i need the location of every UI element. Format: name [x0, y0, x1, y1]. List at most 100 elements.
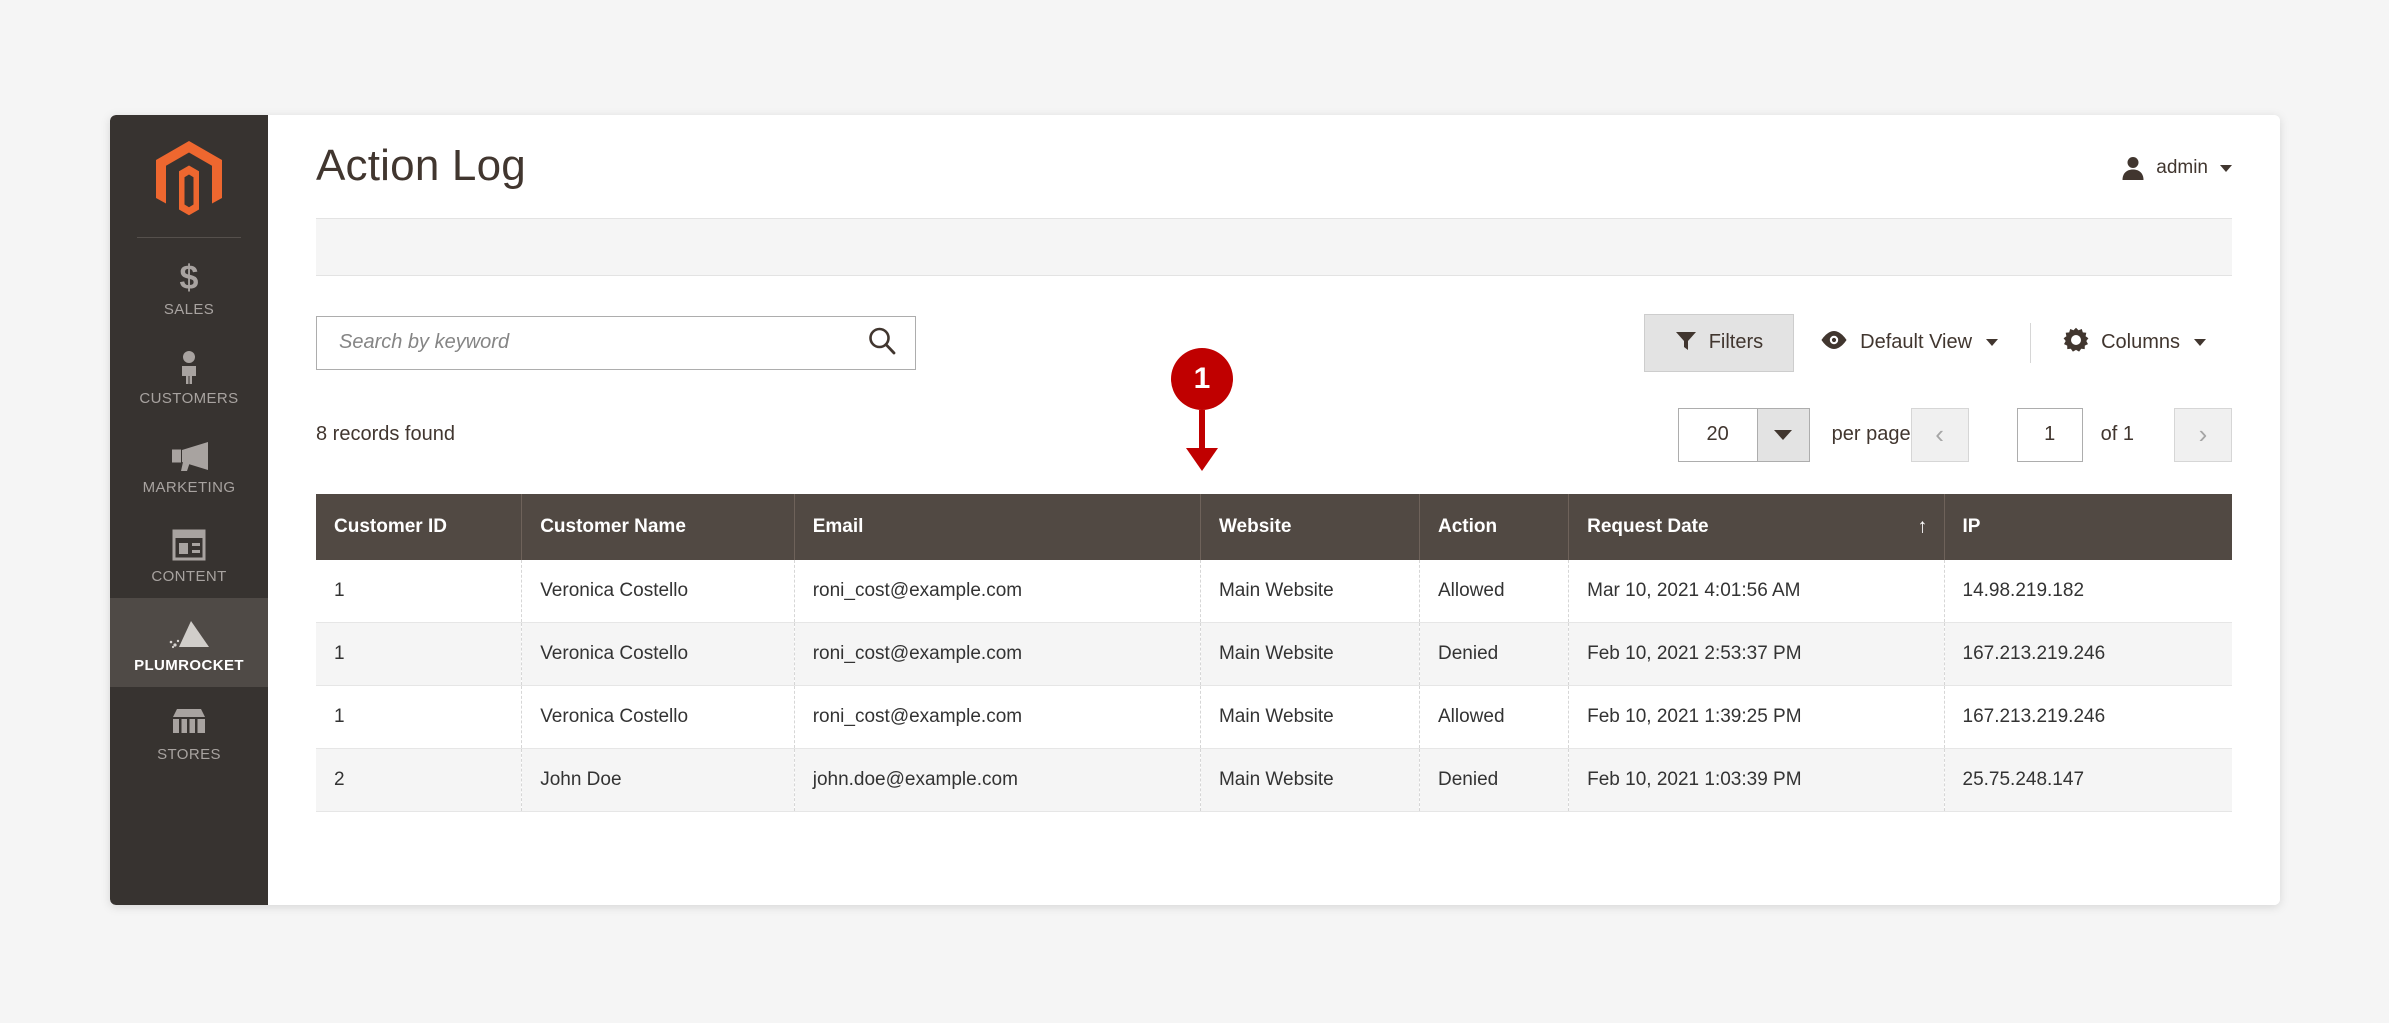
default-view-dropdown[interactable]: Default View [1794, 330, 2024, 356]
action-log-table: Customer ID Customer Name Email Website … [316, 493, 2232, 812]
cell-email: roni_cost@example.com [794, 559, 1201, 623]
grid-subtoolbar: 8 records found 20 per page ‹ of 1 › [316, 407, 2232, 462]
cell-request-date: Feb 10, 2021 2:53:37 PM [1568, 622, 1945, 686]
toolbar-right: Filters Default View Columns [1643, 313, 2232, 372]
filters-label: Filters [1708, 331, 1764, 354]
grid-table-wrap: Customer ID Customer Name Email Website … [316, 493, 2232, 812]
megaphone-icon [114, 436, 264, 476]
column-header-ip[interactable]: IP [1944, 493, 2232, 560]
cell-email: roni_cost@example.com [794, 622, 1201, 686]
sidebar-item-label: CUSTOMERS [139, 390, 239, 407]
page-header: Action Log admin [316, 115, 2232, 192]
per-page-select[interactable]: 20 [1677, 407, 1810, 462]
column-header-email[interactable]: Email [794, 493, 1201, 560]
filters-button[interactable]: Filters [1643, 313, 1795, 372]
cell-website: Main Website [1200, 748, 1421, 812]
cell-ip: 25.75.248.147 [1944, 748, 2232, 812]
chevron-down-icon [1986, 339, 1999, 347]
cell-customer-id: 1 [316, 685, 523, 749]
chevron-down-icon [1756, 408, 1809, 461]
funnel-icon [1675, 329, 1697, 357]
column-header-customer-id[interactable]: Customer ID [316, 493, 523, 560]
cell-action: Denied [1419, 748, 1570, 812]
person-icon [114, 347, 264, 387]
messages-strip [316, 217, 2232, 276]
search-button[interactable] [861, 326, 915, 359]
cell-request-date: Feb 10, 2021 1:39:25 PM [1568, 685, 1945, 749]
cell-action: Allowed [1419, 559, 1570, 623]
sidebar-item-label: MARKETING [142, 479, 236, 496]
cell-ip: 167.213.219.246 [1944, 622, 2232, 686]
user-menu[interactable]: admin [2120, 155, 2232, 181]
svg-text:$: $ [180, 261, 199, 295]
eye-icon [1820, 330, 1848, 356]
columns-dropdown[interactable]: Columns [2037, 327, 2232, 359]
chevron-down-icon [2194, 339, 2206, 347]
cell-customer-name: Veronica Costello [521, 559, 795, 623]
columns-label: Columns [2101, 331, 2180, 354]
cell-request-date: Feb 10, 2021 1:03:39 PM [1568, 748, 1945, 812]
toolbar-divider [2030, 322, 2032, 363]
column-header-customer-name[interactable]: Customer Name [521, 493, 795, 560]
gear-icon [2063, 327, 2089, 359]
magento-logo[interactable] [110, 125, 268, 237]
search-input[interactable] [317, 316, 861, 369]
pyramid-icon [114, 614, 264, 654]
sidebar-item-label: PLUMROCKET [134, 657, 244, 674]
column-header-website[interactable]: Website [1200, 493, 1421, 560]
layout-icon [114, 525, 264, 565]
sidebar-item-stores[interactable]: STORES [110, 687, 268, 776]
admin-app-card: $ SALES CUSTOMERS MARKETING CONTENT PLUM… [110, 115, 2280, 905]
search-box[interactable] [316, 315, 916, 370]
cell-ip: 14.98.219.182 [1944, 559, 2232, 623]
table-row[interactable]: 2 John Doe john.doe@example.com Main Web… [316, 748, 2232, 812]
cell-customer-name: John Doe [521, 748, 795, 812]
sidebar-item-sales[interactable]: $ SALES [110, 242, 268, 331]
cell-email: john.doe@example.com [794, 748, 1201, 812]
grid-toolbar: Filters Default View [316, 313, 2232, 372]
sidebar-item-plumrocket[interactable]: PLUMROCKET [110, 598, 268, 687]
table-header: Customer ID Customer Name Email Website … [316, 493, 2232, 560]
chevron-down-icon [2220, 164, 2232, 172]
table-row[interactable]: 1 Veronica Costello roni_cost@example.co… [316, 559, 2232, 623]
sort-ascending-icon: ↑ [1917, 515, 1928, 538]
records-found-label: 8 records found [316, 423, 455, 446]
next-page-button[interactable]: › [2174, 407, 2232, 462]
sidebar-item-customers[interactable]: CUSTOMERS [110, 331, 268, 420]
per-page-label: per page [1831, 423, 1911, 446]
cell-customer-name: Veronica Costello [521, 622, 795, 686]
storefront-icon [114, 703, 264, 743]
cell-customer-name: Veronica Costello [521, 685, 795, 749]
sidebar-item-marketing[interactable]: MARKETING [110, 420, 268, 509]
table-row[interactable]: 1 Veronica Costello roni_cost@example.co… [316, 685, 2232, 749]
sidebar-nav: $ SALES CUSTOMERS MARKETING CONTENT PLUM… [110, 115, 268, 905]
cell-request-date: Mar 10, 2021 4:01:56 AM [1568, 559, 1945, 623]
per-page-value: 20 [1678, 408, 1757, 461]
user-menu-label: admin [2156, 157, 2208, 178]
sidebar-item-label: STORES [157, 746, 221, 763]
page-title: Action Log [316, 141, 526, 190]
page-number-input[interactable] [2016, 407, 2083, 462]
cell-action: Allowed [1419, 685, 1570, 749]
cell-website: Main Website [1200, 622, 1421, 686]
search-icon [867, 326, 897, 359]
cell-action: Denied [1419, 622, 1570, 686]
cell-email: roni_cost@example.com [794, 685, 1201, 749]
previous-page-button[interactable]: ‹ [1910, 407, 1969, 462]
page-total-label: of 1 [2100, 423, 2134, 446]
sidebar-divider [137, 237, 241, 238]
table-header-row: Customer ID Customer Name Email Website … [316, 493, 2232, 560]
table-body: 1 Veronica Costello roni_cost@example.co… [316, 559, 2232, 812]
column-header-request-date-label: Request Date [1587, 515, 1709, 537]
column-header-request-date[interactable]: Request Date ↑ [1568, 493, 1945, 560]
cell-customer-id: 2 [316, 748, 523, 812]
cell-ip: 167.213.219.246 [1944, 685, 2232, 749]
column-header-action[interactable]: Action [1419, 493, 1570, 560]
cell-customer-id: 1 [316, 622, 523, 686]
sidebar-item-content[interactable]: CONTENT [110, 509, 268, 598]
cell-customer-id: 1 [316, 559, 523, 623]
pager: 20 per page ‹ of 1 › [1677, 407, 2232, 462]
cell-website: Main Website [1200, 559, 1421, 623]
table-row[interactable]: 1 Veronica Costello roni_cost@example.co… [316, 622, 2232, 686]
sidebar-item-label: CONTENT [151, 568, 227, 585]
